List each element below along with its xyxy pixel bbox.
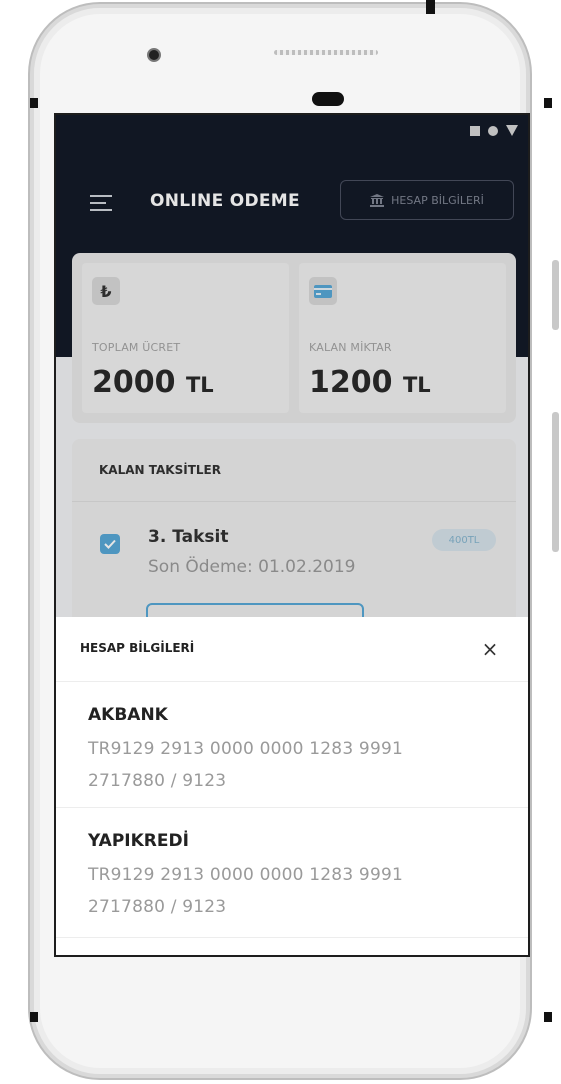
divider bbox=[56, 807, 528, 808]
bank-iban: TR9129 2913 0000 0000 1283 9991 bbox=[88, 865, 403, 885]
bezel-mark-left-bottom bbox=[30, 1012, 38, 1022]
bezel-mark-top bbox=[426, 0, 435, 14]
bezel-mark-left-top bbox=[30, 98, 38, 108]
power-button bbox=[552, 412, 559, 552]
sheet-title: HESAP BİLGİLERİ bbox=[80, 641, 195, 655]
bank-iban: TR9129 2913 0000 0000 1283 9991 bbox=[88, 739, 403, 759]
bezel-mark-right-bottom bbox=[544, 1012, 552, 1022]
volume-button bbox=[552, 260, 559, 330]
app-screen: ONLINE ODEME HESAP BİLGİLERİ ₺ TOPLAM ÜC… bbox=[54, 113, 530, 957]
earpiece-speaker bbox=[274, 50, 378, 55]
front-camera bbox=[147, 48, 161, 62]
bank-account-number: 2717880 / 9123 bbox=[88, 897, 227, 917]
divider bbox=[56, 937, 528, 938]
divider bbox=[56, 681, 528, 682]
close-icon[interactable]: × bbox=[480, 639, 500, 659]
bank-name: AKBANK bbox=[88, 705, 168, 725]
bank-name: YAPIKREDİ bbox=[88, 831, 189, 851]
account-info-sheet: HESAP BİLGİLERİ × AKBANK TR9129 2913 000… bbox=[56, 617, 528, 955]
bezel-mark-right-top bbox=[544, 98, 552, 108]
proximity-sensor bbox=[312, 92, 344, 106]
bank-account-number: 2717880 / 9123 bbox=[88, 771, 227, 791]
